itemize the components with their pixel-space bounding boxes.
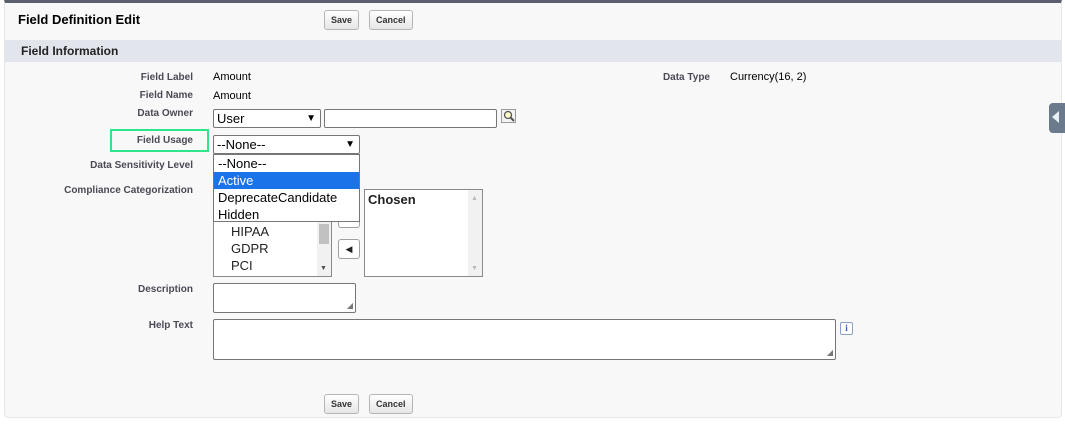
cancel-button-top[interactable]: Cancel (369, 10, 413, 30)
info-icon[interactable]: i (840, 322, 853, 335)
field-name-value: Amount (213, 90, 251, 102)
collapse-arrow-icon (1052, 111, 1059, 123)
list-item[interactable]: GDPR (231, 241, 269, 256)
scrollbar[interactable]: ▲ ▼ (468, 190, 482, 276)
data-type-label: Data Type (662, 72, 710, 83)
chevron-down-icon: ▼ (345, 139, 355, 150)
description-textarea[interactable]: ◢ (213, 283, 356, 313)
section-header: Field Information (5, 40, 1061, 62)
description-label: Description (137, 284, 193, 295)
cancel-button-bottom[interactable]: Cancel (369, 394, 413, 414)
scroll-up-icon[interactable]: ▲ (471, 195, 478, 202)
data-owner-select[interactable]: User ▼ (213, 109, 321, 128)
list-item[interactable]: PCI (231, 258, 253, 273)
sidebar-collapse-tab[interactable] (1049, 103, 1065, 133)
field-usage-option-active[interactable]: Active (214, 172, 359, 189)
save-button-top[interactable]: Save (324, 10, 360, 30)
compliance-label: Compliance Categorization (64, 185, 193, 196)
data-owner-label: Data Owner (137, 108, 193, 119)
data-owner-input[interactable] (324, 109, 497, 128)
scroll-down-icon[interactable]: ▼ (320, 265, 327, 272)
field-usage-option-deprecatecandidate[interactable]: DeprecateCandidate (214, 189, 359, 206)
scroll-down-icon[interactable]: ▼ (471, 265, 478, 272)
field-name-label: Field Name (139, 90, 193, 101)
field-usage-option-none[interactable]: --None-- (214, 155, 359, 172)
save-button-bottom[interactable]: Save (324, 394, 360, 414)
field-usage-selected: --None-- (217, 137, 266, 152)
list-item[interactable]: HIPAA (231, 224, 269, 239)
field-usage-label: Field Usage (136, 135, 193, 146)
section-title: Field Information (21, 44, 119, 58)
field-label-label: Field Label (140, 72, 193, 83)
resize-handle-icon[interactable]: ◢ (827, 349, 833, 357)
help-text-textarea[interactable]: ◢ (213, 319, 836, 360)
chosen-header: Chosen (368, 192, 416, 207)
remove-button[interactable]: ◀ (338, 239, 360, 259)
data-type-value: Currency(16, 2) (730, 71, 807, 83)
help-text-label: Help Text (148, 320, 193, 331)
field-label-value: Amount (213, 71, 251, 83)
field-usage-select[interactable]: --None-- ▼ (213, 135, 360, 154)
data-sensitivity-label: Data Sensitivity Level (90, 160, 193, 171)
scrollbar-thumb[interactable] (319, 224, 329, 244)
magnifier-lookup-icon[interactable] (501, 109, 519, 125)
resize-handle-icon[interactable]: ◢ (347, 302, 353, 310)
page-title: Field Definition Edit (18, 12, 141, 27)
data-owner-selected: User (217, 111, 245, 126)
arrow-left-icon: ◀ (345, 244, 353, 254)
compliance-chosen-list[interactable]: Chosen ▲ ▼ (364, 189, 483, 277)
chevron-down-icon: ▼ (306, 113, 316, 124)
field-usage-dropdown: --None-- Active DeprecateCandidate Hidde… (213, 154, 360, 222)
field-usage-option-hidden[interactable]: Hidden (214, 206, 359, 223)
